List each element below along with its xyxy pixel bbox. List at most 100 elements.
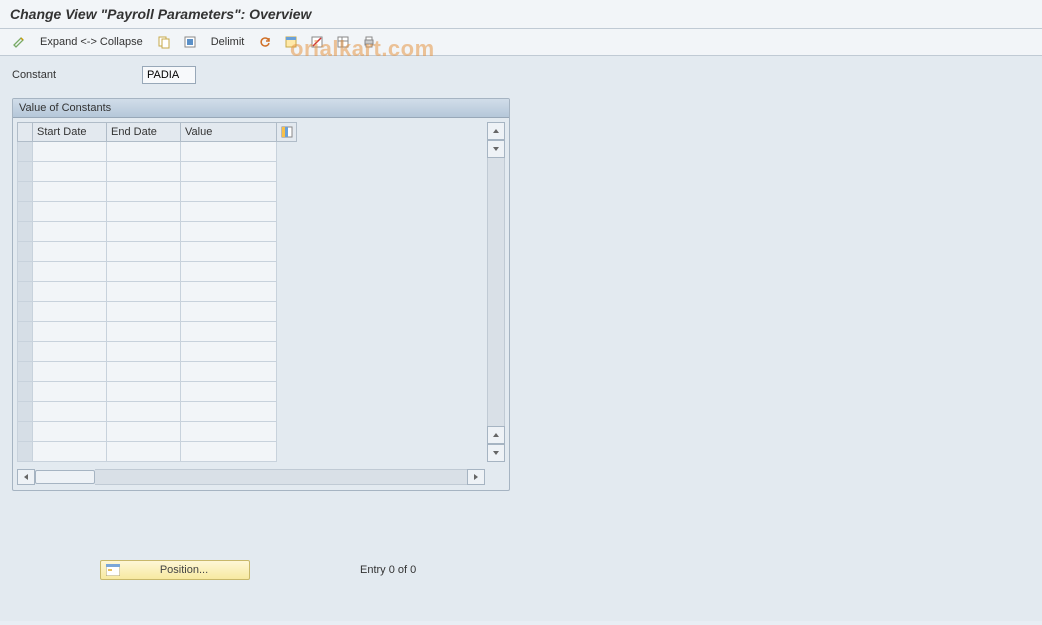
table-cell[interactable] — [33, 202, 107, 222]
table-cell[interactable] — [181, 302, 277, 322]
scroll-thumb[interactable] — [35, 470, 95, 484]
scroll-up-icon[interactable] — [487, 122, 505, 140]
table-cell[interactable] — [181, 402, 277, 422]
table-cell[interactable] — [33, 242, 107, 262]
table-cell[interactable] — [107, 442, 181, 462]
content-area: Constant Value of Constants Start Date E… — [0, 56, 1042, 621]
table-cell[interactable] — [33, 222, 107, 242]
table-cell[interactable] — [107, 242, 181, 262]
table-row — [17, 142, 485, 162]
delimit-button[interactable]: Delimit — [205, 36, 251, 48]
table-cell[interactable] — [33, 282, 107, 302]
row-selector[interactable] — [17, 222, 33, 242]
toggle-display-change-icon[interactable] — [8, 33, 30, 51]
table-cell[interactable] — [107, 422, 181, 442]
table-cell[interactable] — [181, 142, 277, 162]
table-cell[interactable] — [181, 422, 277, 442]
table-cell[interactable] — [181, 222, 277, 242]
column-header-start-date[interactable]: Start Date — [33, 122, 107, 142]
table-cell[interactable] — [33, 402, 107, 422]
table-cell[interactable] — [33, 302, 107, 322]
table-cell[interactable] — [107, 142, 181, 162]
table-cell[interactable] — [107, 342, 181, 362]
scroll-up-small-icon[interactable] — [487, 426, 505, 444]
table-cell[interactable] — [33, 442, 107, 462]
page-title: Change View "Payroll Parameters": Overvi… — [10, 6, 1032, 22]
table-cell[interactable] — [107, 382, 181, 402]
table-cell[interactable] — [107, 402, 181, 422]
table-cell[interactable] — [181, 442, 277, 462]
select-all-column-header[interactable] — [17, 122, 33, 142]
row-selector[interactable] — [17, 342, 33, 362]
table-cell[interactable] — [107, 302, 181, 322]
row-selector[interactable] — [17, 262, 33, 282]
table-cell[interactable] — [181, 202, 277, 222]
position-button[interactable]: Position... — [100, 560, 250, 580]
deselect-all-icon[interactable] — [306, 33, 328, 51]
table-cell[interactable] — [107, 322, 181, 342]
table-cell[interactable] — [33, 182, 107, 202]
select-all-icon[interactable] — [179, 33, 201, 51]
row-selector[interactable] — [17, 442, 33, 462]
table-row — [17, 322, 485, 342]
table-cell[interactable] — [107, 182, 181, 202]
row-selector[interactable] — [17, 422, 33, 442]
table-cell[interactable] — [33, 262, 107, 282]
row-selector[interactable] — [17, 362, 33, 382]
row-selector[interactable] — [17, 162, 33, 182]
table-cell[interactable] — [107, 262, 181, 282]
row-selector[interactable] — [17, 182, 33, 202]
column-header-end-date[interactable]: End Date — [107, 122, 181, 142]
row-selector[interactable] — [17, 382, 33, 402]
table-cell[interactable] — [181, 322, 277, 342]
table-cell[interactable] — [181, 342, 277, 362]
copy-icon[interactable] — [153, 33, 175, 51]
table-cell[interactable] — [181, 362, 277, 382]
table-cell[interactable] — [107, 162, 181, 182]
horizontal-scrollbar[interactable] — [17, 468, 505, 486]
scroll-right-icon[interactable] — [467, 469, 485, 485]
table-cell[interactable] — [33, 142, 107, 162]
row-selector[interactable] — [17, 282, 33, 302]
constant-field-row: Constant — [12, 66, 1030, 84]
print-icon[interactable] — [358, 33, 380, 51]
table-cell[interactable] — [107, 202, 181, 222]
table-cell[interactable] — [181, 242, 277, 262]
row-selector[interactable] — [17, 302, 33, 322]
table-cell[interactable] — [33, 362, 107, 382]
row-selector[interactable] — [17, 202, 33, 222]
row-selector[interactable] — [17, 142, 33, 162]
table-cell[interactable] — [33, 422, 107, 442]
table-cell[interactable] — [181, 382, 277, 402]
select-block-icon[interactable] — [280, 33, 302, 51]
scroll-down-icon[interactable] — [487, 444, 505, 462]
constant-input[interactable] — [142, 66, 196, 84]
table-row — [17, 182, 485, 202]
table-cell[interactable] — [181, 182, 277, 202]
table-cell[interactable] — [181, 162, 277, 182]
table-cell[interactable] — [181, 262, 277, 282]
table-cell[interactable] — [33, 342, 107, 362]
row-selector[interactable] — [17, 402, 33, 422]
expand-collapse-button[interactable]: Expand <-> Collapse — [34, 36, 149, 48]
column-header-value[interactable]: Value — [181, 122, 277, 142]
table-row — [17, 222, 485, 242]
scroll-left-icon[interactable] — [17, 469, 35, 485]
table-cell[interactable] — [181, 282, 277, 302]
scroll-down-small-icon[interactable] — [487, 140, 505, 158]
table-cell[interactable] — [107, 282, 181, 302]
row-selector[interactable] — [17, 322, 33, 342]
table-cell[interactable] — [107, 222, 181, 242]
table-row — [17, 382, 485, 402]
table-cell[interactable] — [107, 362, 181, 382]
row-selector[interactable] — [17, 242, 33, 262]
entry-count-text: Entry 0 of 0 — [360, 564, 416, 576]
table-cell[interactable] — [33, 162, 107, 182]
table-cell[interactable] — [33, 382, 107, 402]
position-icon — [105, 563, 121, 577]
vertical-scrollbar[interactable] — [487, 122, 505, 462]
table-cell[interactable] — [33, 322, 107, 342]
configure-columns-icon[interactable] — [277, 122, 297, 142]
undo-change-icon[interactable] — [254, 33, 276, 51]
table-settings-icon[interactable] — [332, 33, 354, 51]
